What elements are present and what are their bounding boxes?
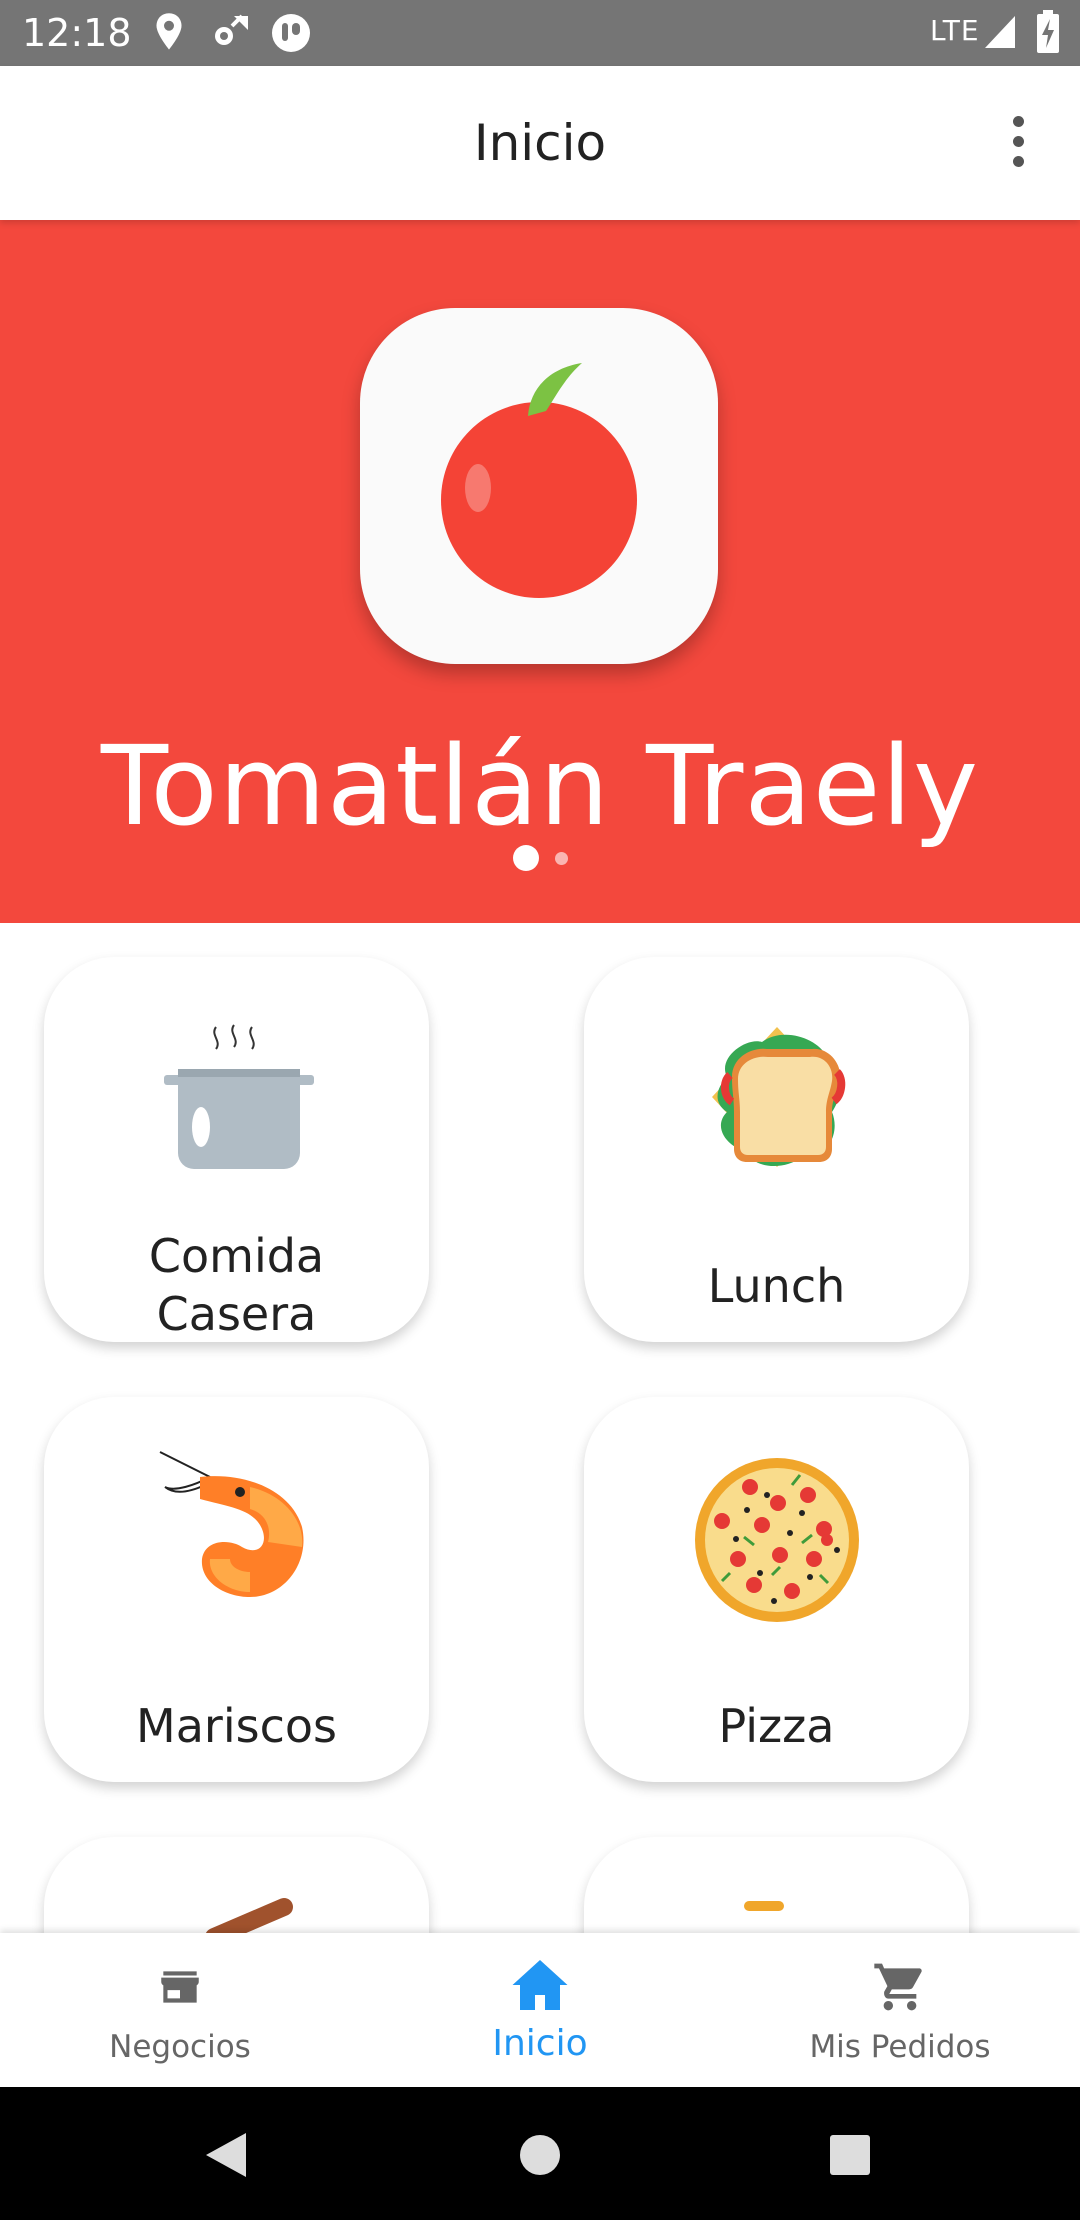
battery-charging-icon [1037,10,1059,53]
home-circle-icon[interactable] [518,2133,562,2177]
page-title: Inicio [473,114,607,172]
category-card-mariscos[interactable]: Mariscos [44,1397,429,1782]
app-notification-icon [272,14,310,52]
category-card-comida-casera[interactable]: Comida Casera [44,957,429,1342]
category-card-partial[interactable] [44,1837,429,1933]
location-icon [156,13,182,50]
status-bar: 12:18 LTE [0,0,1080,66]
carousel-dot[interactable] [554,851,568,865]
recents-icon[interactable] [828,2133,872,2177]
pizza-icon [695,1458,859,1622]
bottom-navigation: Negocios Inicio Mis Pedidos [0,1933,1080,2087]
category-card-lunch[interactable]: Lunch [584,957,969,1342]
category-grid: Comida Casera Lunch Mariscos Pizza [0,923,1080,1933]
nav-label: Mis Pedidos [809,2029,991,2065]
nav-inicio[interactable]: Inicio [360,1933,720,2087]
nav-negocios[interactable]: Negocios [0,1933,360,2087]
system-navigation-bar [0,2087,1080,2220]
category-label: Mariscos [136,1699,337,1753]
food-icon [744,1901,784,1911]
back-icon[interactable] [204,2131,248,2179]
food-icon [205,1898,293,1933]
category-label: Lunch [707,1259,846,1313]
sandwich-icon [712,1027,846,1167]
carousel-indicator [0,845,1080,871]
status-time: 12:18 [22,11,132,55]
app-bar: Inicio [0,66,1080,220]
cooking-pot-icon [164,1024,314,1169]
nav-label: Inicio [492,2023,588,2064]
cart-icon [874,1963,922,2011]
shrimp-icon [159,1451,304,1597]
signal-icon [985,16,1015,48]
sync-settings-icon [215,14,248,45]
category-label: Pizza [718,1699,835,1753]
category-card-partial[interactable] [584,1837,969,1933]
tomato-icon [441,363,637,598]
store-icon [161,1971,199,2003]
app-logo [360,308,718,664]
nav-mis-pedidos[interactable]: Mis Pedidos [720,1933,1080,2087]
brand-name: Tomatlán Traely [100,722,980,850]
carousel-dot-active[interactable] [512,845,539,871]
nav-label: Negocios [109,2029,251,2065]
home-icon [512,1960,568,2010]
category-label: Comida Casera [148,1229,325,1341]
more-vert-icon[interactable] [998,116,1038,176]
network-type: LTE [930,14,980,47]
category-card-pizza[interactable]: Pizza [584,1397,969,1782]
banner-carousel[interactable]: Tomatlán Traely [0,220,1080,923]
